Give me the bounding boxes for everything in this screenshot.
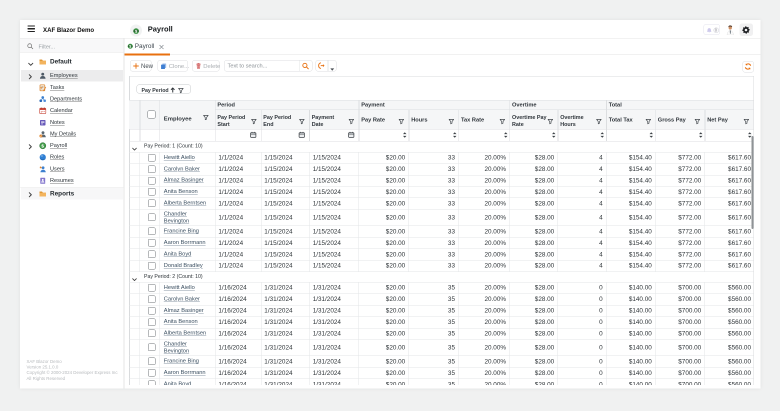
svg-text:$: $ — [129, 45, 131, 49]
svg-text:$: $ — [41, 144, 44, 150]
